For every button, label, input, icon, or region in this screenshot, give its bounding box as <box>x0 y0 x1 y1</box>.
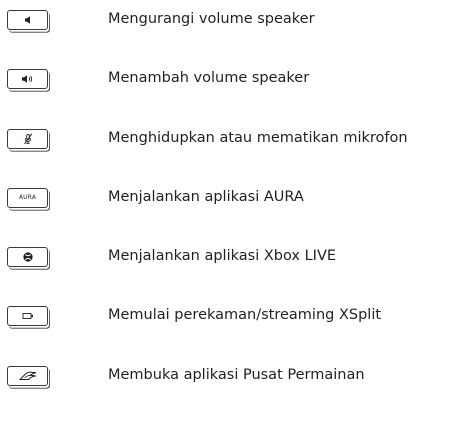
mic-mute-key <box>7 129 48 149</box>
volume-up-icon <box>21 75 32 83</box>
hotkey-row-aura: AURA Menjalankan aplikasi AURA <box>0 185 465 217</box>
aura-text-icon: AURA <box>18 194 37 201</box>
record-icon <box>22 313 33 319</box>
volume-up-key <box>7 69 48 89</box>
hotkey-description: Memulai perekaman/streaming XSplit <box>108 307 382 323</box>
hotkey-row-mic-mute: Menghidupkan atau mematikan mikrofon <box>0 126 465 158</box>
hotkey-description: Menjalankan aplikasi Xbox LIVE <box>108 248 337 264</box>
aura-key: AURA <box>7 188 48 208</box>
hotkey-description: Membuka aplikasi Pusat Permainan <box>108 367 365 383</box>
hotkey-row-xbox: Menjalankan aplikasi Xbox LIVE <box>0 244 465 276</box>
rog-logo-icon <box>18 371 37 380</box>
volume-down-icon <box>24 16 30 24</box>
hotkey-row-volume-up: Menambah volume speaker <box>0 66 465 98</box>
xbox-icon <box>22 252 33 262</box>
hotkey-description: Menjalankan aplikasi AURA <box>108 189 304 205</box>
volume-down-key <box>7 10 48 30</box>
record-key <box>7 306 48 326</box>
hotkey-description: Menghidupkan atau mematikan mikrofon <box>108 130 408 146</box>
hotkey-row-volume-down: Mengurangi volume speaker <box>0 7 465 39</box>
rog-key <box>7 366 48 386</box>
hotkey-description: Mengurangi volume speaker <box>108 11 315 27</box>
hotkey-row-rog: Membuka aplikasi Pusat Permainan <box>0 363 465 395</box>
hotkey-description: Menambah volume speaker <box>108 70 310 86</box>
mic-mute-icon <box>23 133 32 145</box>
hotkey-row-record: Memulai perekaman/streaming XSplit <box>0 303 465 335</box>
xbox-key <box>7 247 48 267</box>
